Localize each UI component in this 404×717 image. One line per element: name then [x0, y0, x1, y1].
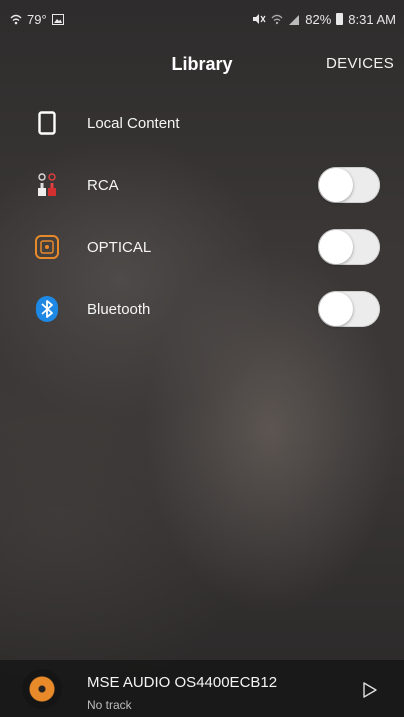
cell-signal-icon: [289, 14, 300, 25]
bluetooth-toggle[interactable]: [318, 291, 380, 327]
optical-icon: [34, 234, 60, 260]
list-item-label: Bluetooth: [87, 300, 151, 318]
device-name: MSE AUDIO OS4400ECB12: [87, 674, 278, 691]
rca-icon: [34, 172, 60, 198]
app-bar: Library DEVICES: [0, 38, 404, 92]
list-item-optical[interactable]: OPTICAL: [0, 216, 404, 278]
mute-icon: [253, 14, 266, 24]
clock-time: 8:31 AM: [348, 11, 396, 27]
play-icon[interactable]: [362, 682, 378, 698]
toggle-knob: [319, 230, 353, 264]
devices-button[interactable]: DEVICES: [326, 55, 394, 72]
status-bar: 79° 82% 8:31 AM: [0, 0, 404, 38]
app-screen: 79° 82% 8:31 AM Library DEVICES Local Co…: [0, 0, 404, 717]
temperature-text: 79°: [27, 11, 47, 27]
library-list: Local Content RCA OPTICAL Bluetooth: [0, 92, 404, 340]
wifi-signal-icon: [271, 14, 283, 24]
optical-toggle[interactable]: [318, 229, 380, 265]
list-item-label: Local Content: [87, 114, 180, 132]
list-item-local-content[interactable]: Local Content: [0, 92, 404, 154]
album-disc-icon: [22, 669, 62, 709]
list-item-label: RCA: [87, 176, 119, 194]
list-item-bluetooth[interactable]: Bluetooth: [0, 278, 404, 340]
image-icon: [51, 13, 64, 25]
toggle-knob: [319, 168, 353, 202]
battery-icon: [336, 13, 344, 25]
bluetooth-icon: [34, 296, 60, 322]
list-item-label: OPTICAL: [87, 238, 152, 256]
toggle-knob: [319, 292, 353, 326]
status-left: 79°: [10, 12, 64, 27]
list-item-rca[interactable]: RCA: [0, 154, 404, 216]
track-status: No track: [87, 698, 132, 712]
status-right: 82% 8:31 AM: [252, 12, 396, 27]
phone-icon: [34, 110, 60, 136]
wifi-icon: [10, 14, 22, 24]
rca-toggle[interactable]: [318, 167, 380, 203]
now-playing-bar[interactable]: MSE AUDIO OS4400ECB12 No track: [0, 660, 404, 717]
battery-percent: 82%: [305, 11, 332, 27]
